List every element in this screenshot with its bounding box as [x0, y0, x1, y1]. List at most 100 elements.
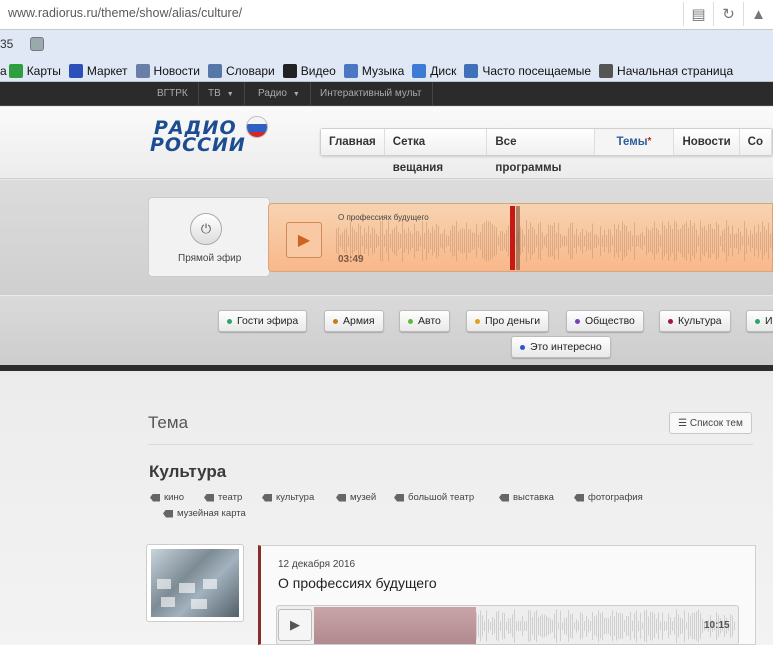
wave-bar	[694, 222, 695, 260]
radio-rossii-logo[interactable]: РАДИО РОССИИ	[150, 116, 270, 156]
theme-button-4[interactable]: Про деньги	[466, 310, 550, 332]
wave-bar	[352, 226, 353, 256]
playhead[interactable]	[510, 206, 515, 270]
url-field[interactable]: www.radiorus.ru/theme/show/alias/culture…	[8, 6, 242, 20]
tag-link[interactable]: музей	[336, 492, 376, 503]
wave-bar	[514, 609, 515, 643]
theme-button-8[interactable]: Это интересно	[511, 336, 611, 358]
tag-link[interactable]: музейная карта	[163, 508, 246, 519]
wave-bar	[348, 235, 349, 247]
wave-bar	[482, 615, 483, 637]
bookmark-maps[interactable]: Карты	[8, 64, 61, 78]
bookmark-fragment[interactable]: а	[0, 64, 7, 78]
wave-bar	[534, 228, 535, 254]
wave-bar	[438, 225, 439, 257]
wave-bar	[520, 226, 521, 256]
bookmark-frequent[interactable]: Часто посещаемые	[464, 64, 591, 78]
bookmark-video[interactable]: Видео	[282, 64, 336, 78]
scroll-icon[interactable]: ▲	[743, 2, 773, 26]
wave-bar	[616, 611, 617, 641]
article-title[interactable]: О профессиях будущего	[278, 575, 437, 591]
section-divider	[148, 444, 753, 445]
wave-bar	[618, 613, 619, 639]
nav-item-4[interactable]: Темы*	[594, 129, 675, 155]
tag-link[interactable]: выставка	[499, 492, 554, 503]
nav-item-2[interactable]: Сетка вещания	[384, 129, 488, 174]
bookmark-market[interactable]: Маркет	[68, 64, 128, 78]
theme-button-7[interactable]: И	[746, 310, 773, 332]
tag-link[interactable]: театр	[204, 492, 242, 503]
waveform[interactable]	[336, 220, 773, 262]
wave-bar	[356, 232, 357, 250]
nav-item-3[interactable]: Все программы	[487, 129, 595, 174]
wave-bar	[680, 617, 681, 635]
live-power-button[interactable]: ⏻	[190, 213, 222, 245]
reload-icon[interactable]: ↻	[713, 2, 743, 26]
speed-dial-icon[interactable]	[30, 37, 44, 51]
bookmark-home[interactable]: Начальная страница	[599, 64, 733, 78]
bookmark-music[interactable]: Музыка	[343, 64, 404, 78]
wave-bar	[648, 616, 649, 636]
wave-bar	[560, 610, 561, 642]
nav-item-1[interactable]: Главная	[321, 129, 385, 155]
bookmark-news[interactable]: Новости	[135, 64, 200, 78]
wave-bar	[500, 231, 501, 251]
themes-list-button[interactable]: ☰ Список тем	[669, 412, 752, 434]
theme-button-6[interactable]: Культура	[659, 310, 731, 332]
tag-link[interactable]: кино	[150, 492, 184, 503]
dot-icon	[475, 318, 480, 324]
nav-item-6[interactable]: Со	[739, 129, 772, 155]
wave-bar	[568, 227, 569, 255]
address-bar: www.radiorus.ru/theme/show/alias/culture…	[0, 0, 773, 30]
home-icon	[599, 64, 614, 78]
wave-bar	[548, 617, 549, 635]
wave-bar	[662, 612, 663, 640]
book-icon[interactable]: ▤	[683, 2, 713, 26]
wave-bar	[598, 236, 599, 246]
theme-button-3[interactable]: Авто	[399, 310, 450, 332]
wave-bar	[714, 229, 715, 253]
wave-bar	[580, 612, 581, 640]
wave-bar	[542, 614, 543, 638]
wave-bar	[670, 617, 671, 635]
topnav-item-1[interactable]: ВГТРК	[147, 82, 199, 106]
bookmarks-row: а Карты Маркет Новости Словари Видео Музыка Ди…	[0, 61, 741, 81]
wave-bar	[422, 221, 423, 261]
article-progress[interactable]	[314, 607, 476, 644]
topnav-item-4[interactable]: Интерактивный мульт	[310, 82, 433, 106]
article-waveform[interactable]	[476, 609, 736, 643]
tag-link[interactable]: культура	[262, 492, 314, 503]
wave-bar	[754, 225, 755, 257]
theme-button-1[interactable]: Гости эфира	[218, 310, 308, 332]
wave-bar	[492, 224, 493, 258]
wave-bar	[590, 620, 591, 632]
article-thumbnail[interactable]	[146, 544, 244, 622]
video-icon	[282, 64, 297, 78]
wave-bar	[446, 235, 447, 247]
topnav-item-2[interactable]: ТВ ▼	[198, 82, 245, 106]
bookmark-dictionary[interactable]: Словари	[207, 64, 275, 78]
wave-bar	[576, 228, 577, 254]
wave-bar	[596, 615, 597, 637]
wave-bar	[656, 618, 657, 634]
wave-bar	[614, 224, 615, 258]
tag-icon	[499, 493, 509, 502]
tag-link[interactable]: фотография	[574, 492, 643, 503]
article-play-button[interactable]: ▶	[278, 609, 312, 641]
theme-button-2[interactable]: Армия	[324, 310, 384, 332]
wave-bar	[340, 234, 341, 248]
wave-bar	[474, 232, 475, 250]
theme-button-5[interactable]: Общество	[566, 310, 644, 332]
topnav-item-3[interactable]: Радио ▼	[248, 82, 311, 106]
article-date: 12 декабря 2016	[278, 559, 356, 570]
dot-icon	[668, 318, 673, 324]
wave-bar	[610, 229, 611, 253]
wave-bar	[572, 613, 573, 639]
bookmark-disk[interactable]: Диск	[412, 64, 456, 78]
wave-bar	[510, 618, 511, 634]
wave-bar	[522, 615, 523, 637]
nav-item-5[interactable]: Новости	[674, 129, 740, 155]
wave-bar	[580, 232, 581, 250]
play-button[interactable]: ▶	[286, 222, 322, 258]
tag-link[interactable]: большой театр	[394, 492, 474, 503]
